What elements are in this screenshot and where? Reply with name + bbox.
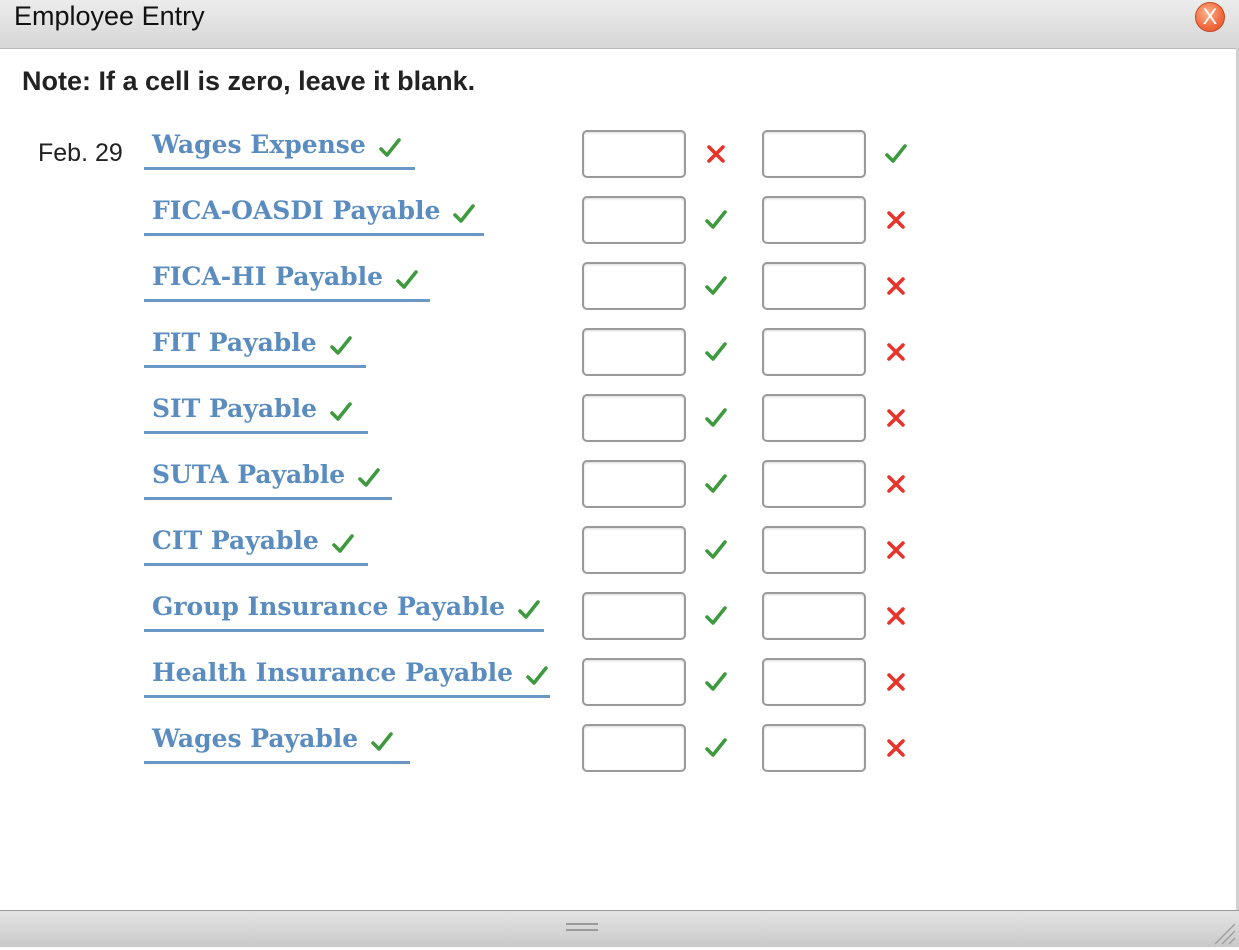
debit-field[interactable] (582, 328, 686, 376)
check-icon (704, 736, 728, 760)
account-name: SUTA Payable (152, 460, 346, 489)
close-icon: X (1202, 4, 1218, 29)
check-icon (370, 730, 394, 754)
window-footer (0, 910, 1239, 947)
account-title-2[interactable]: FICA-HI Payable (144, 262, 430, 302)
account-title-0[interactable]: Wages Expense (144, 130, 415, 170)
close-button[interactable]: X (1195, 2, 1225, 32)
resize-grip-icon[interactable] (1208, 917, 1236, 945)
check-icon (884, 142, 908, 166)
check-icon (704, 208, 728, 232)
check-icon (704, 538, 728, 562)
check-icon (357, 466, 381, 490)
check-icon (329, 400, 353, 424)
check-icon (704, 472, 728, 496)
account-title-1[interactable]: FICA-OASDI Payable (144, 196, 484, 236)
check-icon (704, 670, 728, 694)
x-icon (884, 274, 908, 298)
x-icon (884, 208, 908, 232)
account-title-7[interactable]: Group Insurance Payable (144, 592, 544, 632)
x-icon (884, 736, 908, 760)
drag-handle[interactable] (566, 923, 598, 931)
credit-field[interactable] (762, 196, 866, 244)
credit-field[interactable] (762, 394, 866, 442)
check-icon (378, 136, 402, 160)
credit-field[interactable] (762, 526, 866, 574)
account-name: Health Insurance Payable (152, 658, 514, 687)
debit-field[interactable] (582, 196, 686, 244)
check-icon (525, 664, 549, 688)
check-icon (329, 334, 353, 358)
account-name: FICA-HI Payable (152, 262, 384, 291)
account-name: FIT Payable (152, 328, 317, 357)
debit-field[interactable] (582, 394, 686, 442)
credit-field[interactable] (762, 262, 866, 310)
credit-field[interactable] (762, 328, 866, 376)
x-icon (884, 406, 908, 430)
x-icon (884, 340, 908, 364)
x-icon (884, 670, 908, 694)
instruction-note: Note: If a cell is zero, leave it blank. (22, 66, 476, 96)
account-name: Wages Payable (152, 724, 359, 753)
x-icon (884, 472, 908, 496)
account-title-8[interactable]: Health Insurance Payable (144, 658, 550, 698)
check-icon (704, 406, 728, 430)
check-icon (395, 268, 419, 292)
check-icon (517, 598, 541, 622)
check-icon (704, 274, 728, 298)
x-icon (704, 142, 728, 166)
debit-field[interactable] (582, 592, 686, 640)
debit-field[interactable] (582, 262, 686, 310)
debit-field[interactable] (582, 658, 686, 706)
debit-field[interactable] (582, 526, 686, 574)
x-icon (884, 604, 908, 628)
check-icon (452, 202, 476, 226)
account-name: FICA-OASDI Payable (152, 196, 441, 225)
check-icon (704, 604, 728, 628)
credit-field[interactable] (762, 724, 866, 772)
debit-field[interactable] (582, 724, 686, 772)
credit-field[interactable] (762, 658, 866, 706)
debit-field[interactable] (582, 460, 686, 508)
account-title-5[interactable]: SUTA Payable (144, 460, 392, 500)
account-name: SIT Payable (152, 394, 317, 423)
x-icon (884, 538, 908, 562)
check-icon (704, 340, 728, 364)
account-name: Wages Expense (152, 130, 366, 159)
entry-date: Feb. 29 (38, 139, 123, 167)
window-title: Employee Entry (14, 1, 205, 31)
debit-field[interactable] (582, 130, 686, 178)
account-name: CIT Payable (152, 526, 319, 555)
account-name: Group Insurance Payable (152, 592, 505, 621)
credit-field[interactable] (762, 592, 866, 640)
credit-field[interactable] (762, 460, 866, 508)
credit-field[interactable] (762, 130, 866, 178)
title-bar: Employee Entry X (0, 0, 1239, 49)
check-icon (331, 532, 355, 556)
